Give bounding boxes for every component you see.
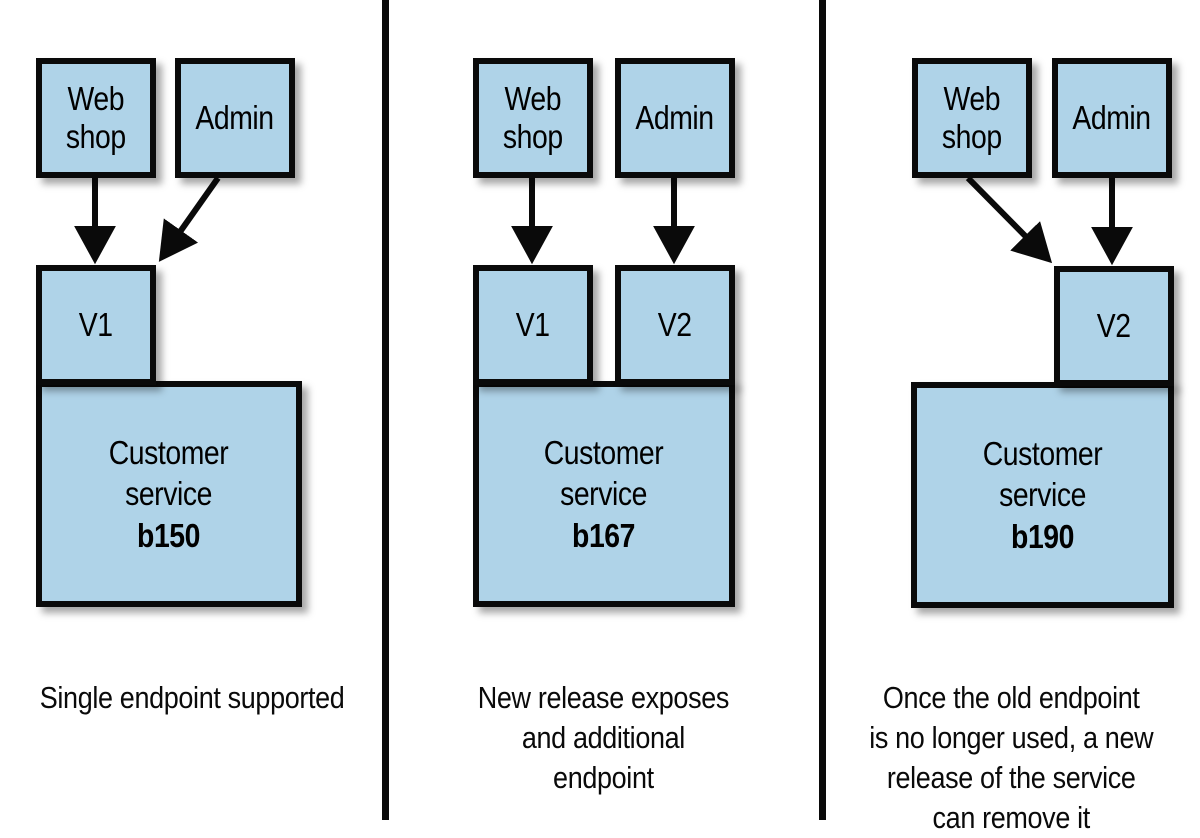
panel-3-client-web-shop-label: Web shop bbox=[942, 79, 1002, 155]
panel-1-service-title: Customer service bbox=[109, 433, 229, 513]
panel-1-client-web-shop-label: Web shop bbox=[66, 79, 126, 155]
panel-1-client-admin: Admin bbox=[175, 58, 295, 178]
panel-2-client-web-shop: Web shop bbox=[473, 58, 593, 178]
panel-3-service-label: Customer service b190 bbox=[983, 433, 1103, 558]
panel-1-client-admin-label: Admin bbox=[195, 98, 275, 136]
panel-3-client-admin: Admin bbox=[1052, 58, 1172, 178]
panel-2-endpoint-v2-label: V2 bbox=[658, 305, 692, 343]
panel-2-client-web-shop-label: Web shop bbox=[503, 79, 563, 155]
panel-3-service-box: Customer service b190 bbox=[911, 382, 1174, 608]
panel-2-endpoint-v2: V2 bbox=[615, 265, 735, 385]
diagram-canvas: Web shop Admin V1 Customer service b150 … bbox=[0, 0, 1200, 835]
panel-3-endpoint-v2-label: V2 bbox=[1097, 306, 1131, 344]
panel-2-caption: New release exposes and additional endpo… bbox=[385, 638, 822, 798]
panel-1-endpoint-v1-label: V1 bbox=[79, 305, 113, 343]
panel-2-endpoint-v1: V1 bbox=[473, 265, 593, 385]
panel-3-service-title: Customer service bbox=[982, 434, 1103, 514]
panel-divider-2 bbox=[819, 0, 826, 820]
panel-1-endpoint-v1: V1 bbox=[36, 265, 156, 385]
panel-3-service-build: b190 bbox=[1011, 517, 1074, 555]
panel-3-caption: Once the old endpoint is no longer used,… bbox=[818, 638, 1200, 838]
panel-2-client-admin-label: Admin bbox=[635, 98, 715, 136]
panel-2-service-label: Customer service b167 bbox=[544, 432, 664, 557]
panel-1-service-box: Customer service b150 bbox=[36, 381, 302, 607]
panel-1-caption: Single endpoint supported bbox=[0, 638, 385, 718]
panel-1-service-label: Customer service b150 bbox=[109, 432, 229, 557]
panel-1-client-web-shop: Web shop bbox=[36, 58, 156, 178]
panel-2-service-build: b167 bbox=[572, 516, 636, 554]
panel-3-client-admin-label: Admin bbox=[1072, 98, 1152, 136]
panel-1: Web shop Admin V1 Customer service b150 … bbox=[0, 0, 385, 820]
panel-2-service-box: Customer service b167 bbox=[473, 381, 735, 607]
panel-divider-1 bbox=[382, 0, 389, 820]
panel-2-endpoint-v1-label: V1 bbox=[516, 305, 550, 343]
panel-2: Web shop Admin V1 V2 Customer service b1… bbox=[385, 0, 822, 820]
panel-3-caption-text: Once the old endpoint is no longer used,… bbox=[868, 679, 1153, 835]
panel-1-service-build: b150 bbox=[137, 516, 201, 554]
panel-3-client-web-shop: Web shop bbox=[912, 58, 1032, 178]
panel-2-service-title: Customer service bbox=[544, 433, 664, 513]
panel-1-caption-text: Single endpoint supported bbox=[40, 679, 345, 715]
panel-3: Web shop Admin V2 Customer service b190 … bbox=[822, 0, 1200, 835]
panel-3-endpoint-v2: V2 bbox=[1054, 266, 1174, 386]
panel-2-caption-text: New release exposes and additional endpo… bbox=[477, 679, 730, 795]
panel-2-client-admin: Admin bbox=[615, 58, 735, 178]
